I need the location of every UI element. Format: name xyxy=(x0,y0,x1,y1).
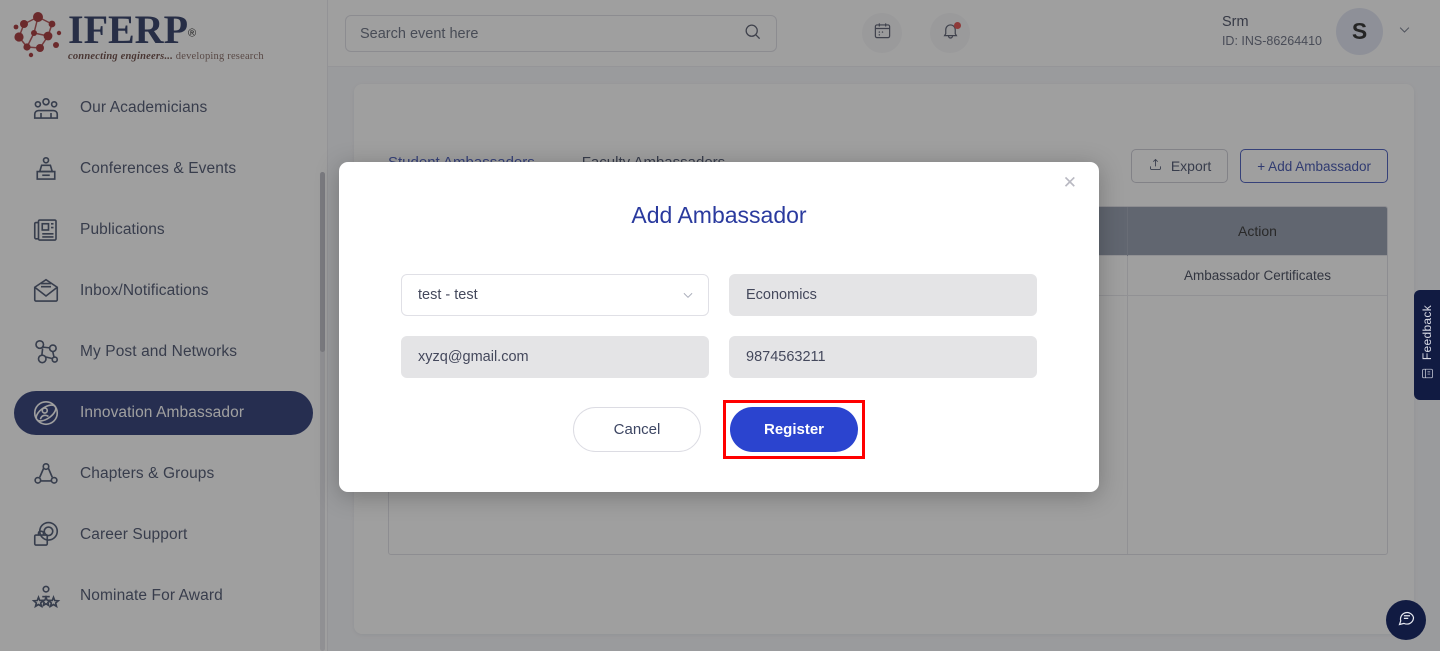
register-highlight-box: Register xyxy=(723,400,865,459)
app-root: IFERP® connecting engineers... developin… xyxy=(0,0,1440,651)
close-icon[interactable]: ✕ xyxy=(1063,174,1077,191)
ambassador-form xyxy=(401,274,1037,378)
feedback-label: Feedback xyxy=(1420,305,1434,361)
register-button[interactable]: Register xyxy=(730,407,858,452)
institution-select-wrapper xyxy=(401,274,709,316)
email-field[interactable] xyxy=(401,336,709,378)
phone-field[interactable] xyxy=(729,336,1037,378)
chat-support-button[interactable] xyxy=(1386,600,1426,640)
feedback-tab[interactable]: Feedback xyxy=(1414,290,1440,400)
department-field[interactable] xyxy=(729,274,1037,316)
feedback-icon xyxy=(1421,367,1434,385)
add-ambassador-modal: ✕ Add Ambassador Cancel Register xyxy=(339,162,1099,492)
cancel-button[interactable]: Cancel xyxy=(573,407,701,452)
institution-select[interactable] xyxy=(401,274,709,316)
modal-actions: Cancel Register xyxy=(339,400,1099,459)
modal-title: Add Ambassador xyxy=(631,202,807,228)
chat-bubble-icon xyxy=(1396,607,1417,633)
